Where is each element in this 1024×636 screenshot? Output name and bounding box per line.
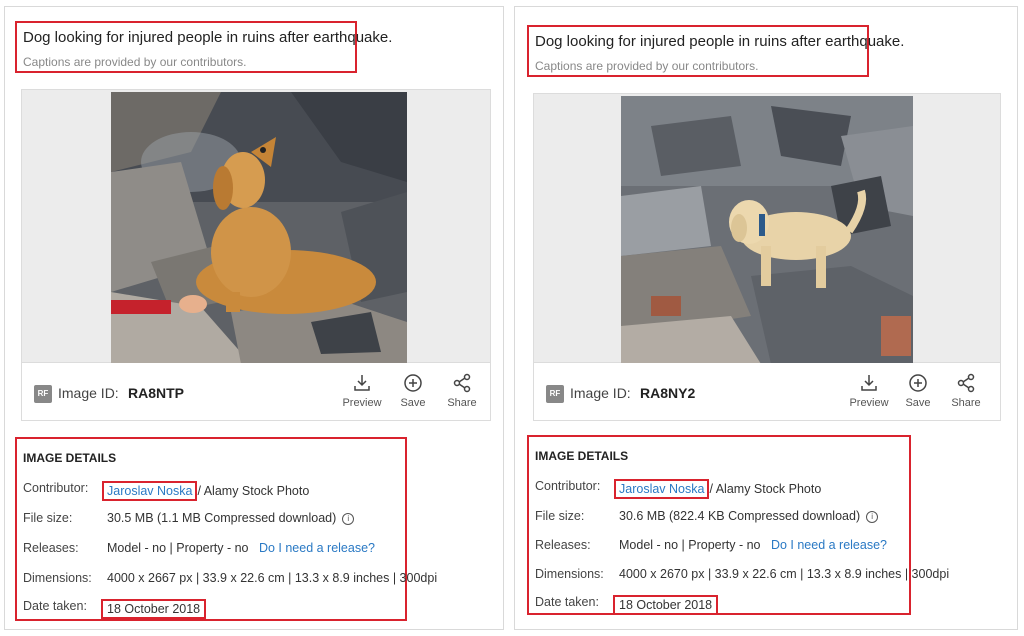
image-detail-panel-right: Dog looking for injured people in ruins … — [514, 6, 1018, 630]
preview-label: Preview — [849, 397, 889, 409]
caption-subtitle: Captions are provided by our contributor… — [23, 55, 247, 69]
date-taken-label: Date taken: — [535, 595, 599, 609]
contributor-link[interactable]: Jaroslav Noska — [614, 479, 710, 499]
caption-title: Dog looking for injured people in ruins … — [535, 33, 905, 50]
info-icon[interactable]: i — [866, 511, 879, 523]
image-id-bar: RF Image ID: RA8NY2 Preview Save Share — [533, 363, 1001, 421]
contributor-label: Contributor: — [535, 479, 601, 493]
releases-label: Releases: — [23, 541, 79, 555]
dimensions-label: Dimensions: — [23, 571, 92, 585]
photo-dog-rubble[interactable] — [111, 92, 407, 364]
image-id-value: RA8NY2 — [640, 385, 696, 401]
image-id-label: Image ID: — [58, 385, 119, 401]
save-label: Save — [905, 397, 931, 409]
caption-highlight: Dog looking for injured people in ruins … — [15, 21, 392, 73]
date-taken-label: Date taken: — [23, 599, 87, 613]
file-size-value: 30.5 MB (1.1 MB Compressed download) — [107, 511, 337, 525]
caption-subtitle: Captions are provided by our contributor… — [535, 59, 759, 73]
image-details-title: IMAGE DETAILS — [23, 451, 117, 465]
save-label: Save — [400, 397, 426, 409]
contributor-label: Contributor: — [23, 481, 89, 495]
plus-circle-icon — [404, 374, 422, 392]
image-details-highlight: IMAGE DETAILS Contributor: Jaroslav Nosk… — [527, 435, 949, 615]
share-icon — [453, 373, 471, 393]
dimensions-value: 4000 x 2667 px | 33.9 x 22.6 cm | 13.3 x… — [107, 571, 438, 585]
caption-title: Dog looking for injured people in ruins … — [23, 29, 393, 46]
download-icon — [861, 375, 877, 391]
info-icon[interactable]: i — [342, 513, 355, 525]
releases-label: Releases: — [535, 538, 591, 552]
preview-label: Preview — [342, 397, 382, 409]
save-button[interactable]: Save — [896, 373, 940, 409]
releases-value: Model - no | Property - no — [107, 541, 249, 555]
preview-button[interactable]: Preview — [340, 373, 384, 409]
share-button[interactable]: Share — [944, 373, 988, 409]
share-button[interactable]: Share — [440, 373, 484, 409]
image-details-highlight: IMAGE DETAILS Contributor: Jaroslav Nosk… — [15, 437, 437, 621]
image-detail-panel-left: Dog looking for injured people in ruins … — [4, 6, 504, 630]
download-icon — [354, 375, 370, 391]
release-help-link[interactable]: Do I need a release? — [259, 541, 375, 555]
contributor-suffix: / Alamy Stock Photo — [709, 482, 822, 496]
image-preview-area — [533, 93, 1001, 364]
share-icon — [957, 373, 975, 393]
dimensions-value: 4000 x 2670 px | 33.9 x 22.6 cm | 13.3 x… — [619, 567, 950, 581]
image-id-bar: RF Image ID: RA8NTP Preview Save Share — [21, 363, 491, 421]
contributor-link[interactable]: Jaroslav Noska — [102, 481, 198, 501]
image-preview-area — [21, 89, 491, 364]
date-taken-value: 18 October 2018 — [613, 595, 719, 615]
releases-value: Model - no | Property - no — [619, 538, 761, 552]
image-details-title: IMAGE DETAILS — [535, 449, 629, 463]
file-size-value: 30.6 MB (822.4 KB Compressed download) — [619, 509, 861, 523]
file-size-label: File size: — [23, 511, 73, 525]
image-id-value: RA8NTP — [128, 385, 185, 401]
dimensions-label: Dimensions: — [535, 567, 604, 581]
share-label: Share — [447, 397, 477, 409]
rf-badge: RF — [546, 385, 564, 403]
caption-highlight: Dog looking for injured people in ruins … — [527, 25, 904, 77]
rf-badge: RF — [34, 385, 52, 403]
date-taken-value: 18 October 2018 — [101, 599, 207, 619]
contributor-suffix: / Alamy Stock Photo — [197, 484, 310, 498]
save-button[interactable]: Save — [391, 373, 435, 409]
image-id-label: Image ID: — [570, 385, 631, 401]
plus-circle-icon — [909, 374, 927, 392]
share-label: Share — [951, 397, 981, 409]
file-size-label: File size: — [535, 509, 585, 523]
release-help-link[interactable]: Do I need a release? — [771, 538, 887, 552]
photo-dog-rubble[interactable] — [621, 96, 913, 364]
preview-button[interactable]: Preview — [847, 373, 891, 409]
